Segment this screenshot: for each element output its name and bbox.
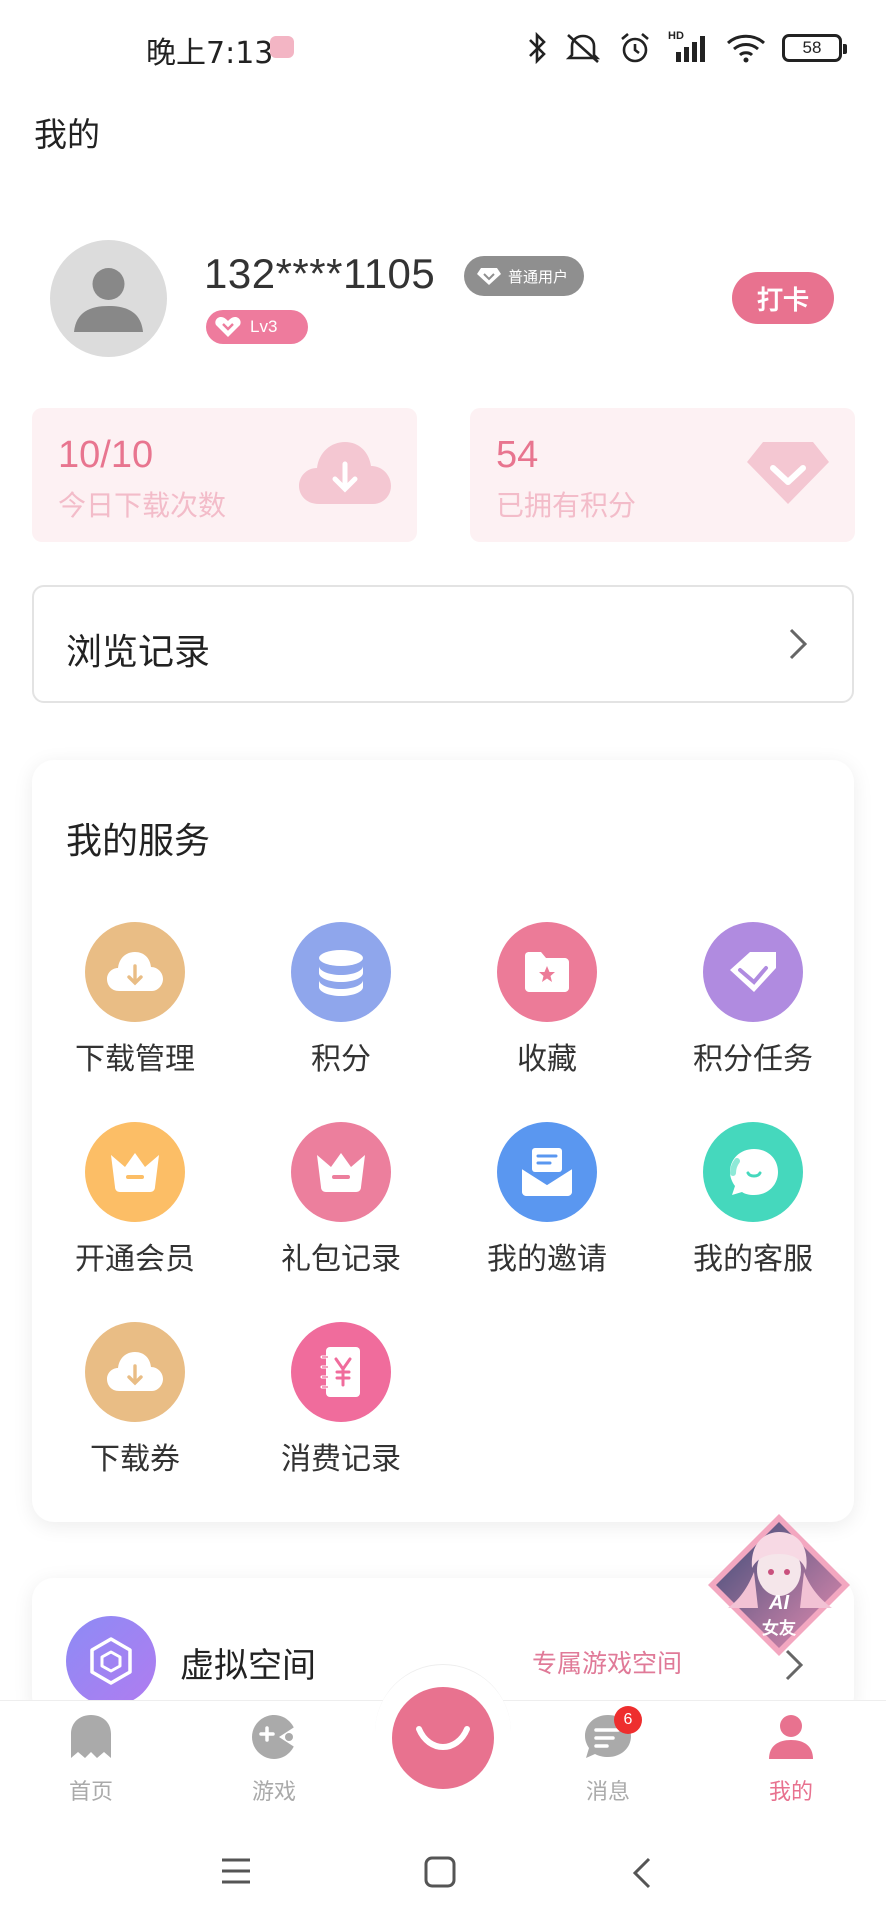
status-time: 晚上7:13 <box>146 36 274 71</box>
points-label: 已拥有积分 <box>496 489 637 522</box>
home-square-icon[interactable] <box>424 1856 456 1892</box>
checkin-button[interactable]: 打卡 <box>732 272 834 324</box>
cloud-download-icon <box>299 442 391 504</box>
service-label: 积分任务 <box>693 1042 813 1077</box>
app-notification-icon <box>270 36 294 58</box>
service-label: 礼包记录 <box>281 1242 401 1277</box>
hexagon-cube-icon <box>66 1616 156 1706</box>
nav-label: 首页 <box>68 1780 113 1805</box>
services-card: 我的服务 下载管理 积分 收藏 积分任务 开通会员 礼包记录 我的邀请 我的客服… <box>32 760 854 1522</box>
service-label: 开通会员 <box>75 1242 195 1277</box>
nav-messages[interactable]: 6 消息 <box>548 1706 668 1812</box>
diamond-icon <box>477 268 501 285</box>
service-label: 收藏 <box>517 1042 577 1077</box>
service-label: 我的邀请 <box>487 1242 607 1277</box>
system-nav-bar <box>0 1822 886 1920</box>
nav-games[interactable]: 游戏 <box>214 1712 334 1812</box>
nav-label: 游戏 <box>251 1780 296 1805</box>
ai-label-line1: AI <box>769 1592 789 1614</box>
service-label: 积分 <box>311 1042 371 1077</box>
ai-girlfriend-float-button[interactable]: AI 女友 <box>706 1512 852 1658</box>
download-count-value: 10/10 <box>58 434 154 476</box>
crown-icon <box>85 1122 185 1222</box>
level-badge: Lv3 <box>206 310 308 344</box>
username: 132****1105 <box>204 250 436 297</box>
avatar[interactable] <box>50 240 167 357</box>
battery-icon: 58 <box>782 34 847 62</box>
service-label: 消费记录 <box>281 1442 401 1477</box>
virtual-space-title: 虚拟空间 <box>180 1646 316 1686</box>
service-gift-records[interactable]: 礼包记录 <box>238 1122 444 1282</box>
nav-mine[interactable]: 我的 <box>731 1712 851 1812</box>
ghost-icon <box>71 1715 111 1758</box>
chevron-right-icon <box>789 628 808 660</box>
service-my-invitations[interactable]: 我的邀请 <box>444 1122 650 1282</box>
crown-icon <box>291 1122 391 1222</box>
service-label: 下载券 <box>90 1442 180 1477</box>
service-spending-records[interactable]: 消费记录 <box>238 1322 444 1482</box>
page-title: 我的 <box>34 115 100 154</box>
diamond-icon <box>703 922 803 1022</box>
mute-icon <box>565 34 601 63</box>
bluetooth-icon <box>529 32 546 64</box>
service-favorites[interactable]: 收藏 <box>444 922 650 1082</box>
smile-icon <box>416 1726 470 1750</box>
service-label: 下载管理 <box>75 1042 195 1077</box>
nav-label: 我的 <box>768 1780 813 1805</box>
download-count-card[interactable]: 10/10 今日下载次数 <box>32 408 417 542</box>
points-value: 54 <box>496 434 539 476</box>
user-type-label: 普通用户 <box>508 267 569 286</box>
signal-icon: HD <box>668 30 710 64</box>
menu-icon[interactable] <box>220 1856 252 1890</box>
level-label: Lv3 <box>250 317 278 336</box>
status-bar: 晚上7:13 HD 58 <box>0 0 886 96</box>
service-label: 我的客服 <box>693 1242 813 1277</box>
user-icon <box>769 1715 813 1759</box>
service-open-membership[interactable]: 开通会员 <box>32 1122 238 1282</box>
heart-diamond-icon <box>215 317 241 337</box>
nav-home[interactable]: 首页 <box>31 1712 151 1812</box>
services-title: 我的服务 <box>66 821 211 862</box>
message-count-badge: 6 <box>614 1706 642 1734</box>
points-card[interactable]: 54 已拥有积分 <box>470 408 855 542</box>
back-arrow-icon[interactable] <box>632 1856 652 1894</box>
download-count-label: 今日下载次数 <box>58 489 227 522</box>
person-silhouette-icon <box>74 268 143 332</box>
alarm-icon <box>621 33 649 63</box>
pacman-icon <box>252 1715 296 1759</box>
wifi-icon <box>726 34 766 63</box>
service-points[interactable]: 积分 <box>238 922 444 1082</box>
virtual-space-subtitle: 专属游戏空间 <box>532 1649 683 1678</box>
browse-history-row[interactable]: 浏览记录 <box>32 585 854 703</box>
ai-label-line2: 女友 <box>762 1619 796 1639</box>
service-point-tasks[interactable]: 积分任务 <box>650 922 856 1082</box>
service-download-manager[interactable]: 下载管理 <box>32 922 238 1082</box>
star-folder-icon <box>497 922 597 1022</box>
battery-level: 58 <box>802 38 822 57</box>
service-download-coupon[interactable]: 下载券 <box>32 1322 238 1482</box>
service-customer-support[interactable]: 我的客服 <box>650 1122 856 1282</box>
cloud-download-icon <box>85 1322 185 1422</box>
chat-bubble-icon <box>703 1122 803 1222</box>
mail-icon <box>497 1122 597 1222</box>
diamond-icon <box>747 442 829 504</box>
browse-history-label: 浏览记录 <box>66 632 211 673</box>
nav-label: 消息 <box>585 1780 630 1805</box>
status-icons: HD 58 <box>526 28 847 68</box>
coins-stack-icon <box>291 922 391 1022</box>
yuan-notebook-icon <box>291 1322 391 1422</box>
user-type-badge: 普通用户 <box>464 256 585 296</box>
center-smile-button[interactable] <box>392 1687 494 1789</box>
cloud-download-icon <box>85 922 185 1022</box>
